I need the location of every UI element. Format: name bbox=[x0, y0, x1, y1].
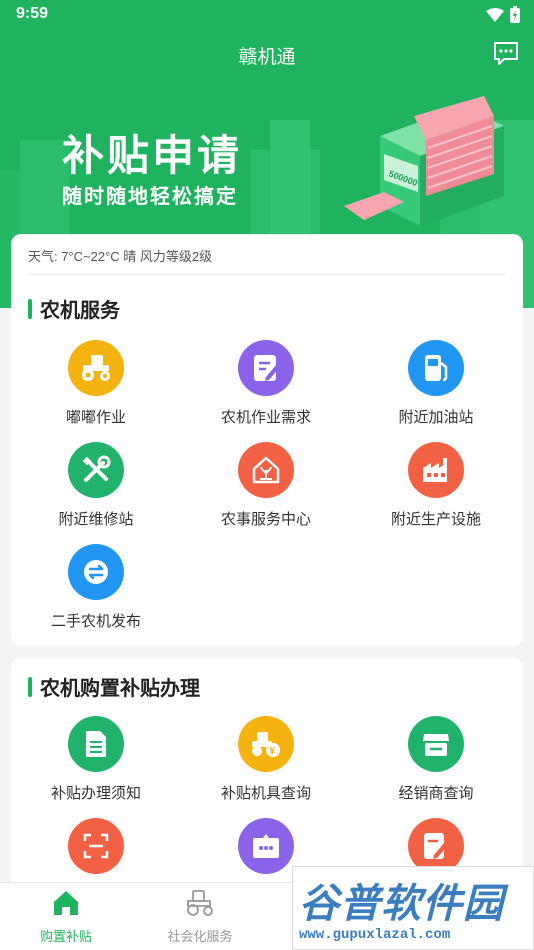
watermark-overlay: 谷普软件园 www.gupuxlazal.com bbox=[292, 866, 534, 950]
tractor-icon bbox=[68, 340, 124, 396]
divider bbox=[28, 274, 506, 275]
status-time: 9:59 bbox=[16, 5, 49, 22]
tab-label: 购置补贴 bbox=[39, 929, 92, 944]
wifi-icon bbox=[486, 7, 504, 22]
service-item-gas-station[interactable]: 附近加油站 bbox=[351, 340, 521, 427]
weather-info: 天气: 7°C~22°C 晴 风力等级2级 bbox=[28, 249, 213, 264]
tab-social-service[interactable]: 社会化服务 bbox=[130, 889, 270, 945]
service-label: 二手农机发布 bbox=[50, 613, 141, 630]
service-label: 嘟嘟作业 bbox=[65, 409, 126, 426]
service-item-farm-center[interactable]: 农事服务中心 bbox=[181, 442, 351, 529]
section-accent-bar bbox=[28, 298, 32, 319]
banner-subtitle: 随时随地轻松搞定 bbox=[62, 186, 238, 208]
status-bar: 9:59 bbox=[0, 0, 534, 30]
farm-house-icon bbox=[238, 442, 294, 498]
exchange-icon bbox=[68, 544, 124, 600]
document-icon bbox=[68, 716, 124, 772]
farm-machine-services-card: 天气: 7°C~22°C 晴 风力等级2级 农机服务 嘟嘟作业 农机作业需求 附… bbox=[11, 234, 523, 646]
service-item-repair-station[interactable]: 附近维修站 bbox=[11, 442, 181, 529]
tractor-outline-icon bbox=[187, 890, 213, 916]
repair-tools-icon bbox=[68, 442, 124, 498]
service-item-dudu[interactable]: 嘟嘟作业 bbox=[11, 340, 181, 427]
subsidy-item-dealer-query[interactable]: 经销商查询 bbox=[351, 716, 521, 803]
subsidy-label: 经销商查询 bbox=[398, 785, 474, 802]
service-label: 农机作业需求 bbox=[220, 409, 311, 426]
banner-title: 补贴申请 bbox=[62, 132, 243, 179]
service-label: 附近生产设施 bbox=[390, 511, 481, 528]
scan-icon bbox=[68, 818, 124, 874]
section-title-text: 农机购置补贴办理 bbox=[40, 678, 200, 700]
message-icon[interactable] bbox=[492, 40, 520, 66]
chat-box-icon bbox=[238, 818, 294, 874]
service-item-work-demand[interactable]: 农机作业需求 bbox=[181, 340, 351, 427]
system-icons bbox=[486, 6, 520, 23]
subsidy-item-notice[interactable]: 补贴办理须知 bbox=[11, 716, 181, 803]
service-label: 附近加油站 bbox=[398, 409, 474, 426]
subsidy-label: 补贴机具查询 bbox=[220, 785, 311, 802]
money-machine-illustration: 500000 bbox=[344, 96, 504, 226]
store-icon bbox=[408, 716, 464, 772]
section-title-text: 农机服务 bbox=[40, 300, 120, 322]
app-title: 赣机通 bbox=[238, 47, 296, 68]
watermark-url: www.gupuxlazal.com bbox=[299, 927, 451, 943]
section-title-farm-services: 农机服务 bbox=[28, 294, 120, 323]
edit-document-icon bbox=[238, 340, 294, 396]
section-title-subsidy: 农机购置补贴办理 bbox=[28, 672, 200, 701]
watermark-text: 谷普软件园 bbox=[299, 882, 504, 926]
tractor-search-icon: ¥ bbox=[238, 716, 294, 772]
tab-label: 社会化服务 bbox=[167, 929, 233, 944]
battery-icon bbox=[510, 6, 520, 23]
gas-station-icon bbox=[408, 340, 464, 396]
service-item-production-facilities[interactable]: 附近生产设施 bbox=[351, 442, 521, 529]
subsidy-card: 农机购置补贴办理 补贴办理须知 ¥ 补贴机具查询 经销商查询 bbox=[11, 658, 523, 898]
svg-text:¥: ¥ bbox=[270, 746, 276, 757]
section-accent-bar bbox=[28, 676, 32, 697]
service-item-used-machinery[interactable]: 二手农机发布 bbox=[11, 544, 181, 631]
subsidy-item-machine-query[interactable]: ¥ 补贴机具查询 bbox=[181, 716, 351, 803]
home-icon bbox=[54, 891, 78, 915]
factory-icon bbox=[408, 442, 464, 498]
subsidy-item-scan[interactable] bbox=[11, 818, 181, 884]
service-label: 附近维修站 bbox=[58, 511, 134, 528]
tab-purchase-subsidy[interactable]: 购置补贴 bbox=[0, 889, 136, 945]
service-label: 农事服务中心 bbox=[220, 511, 311, 528]
title-bar: 赣机通 bbox=[0, 36, 534, 72]
subsidy-label: 补贴办理须知 bbox=[50, 785, 141, 802]
